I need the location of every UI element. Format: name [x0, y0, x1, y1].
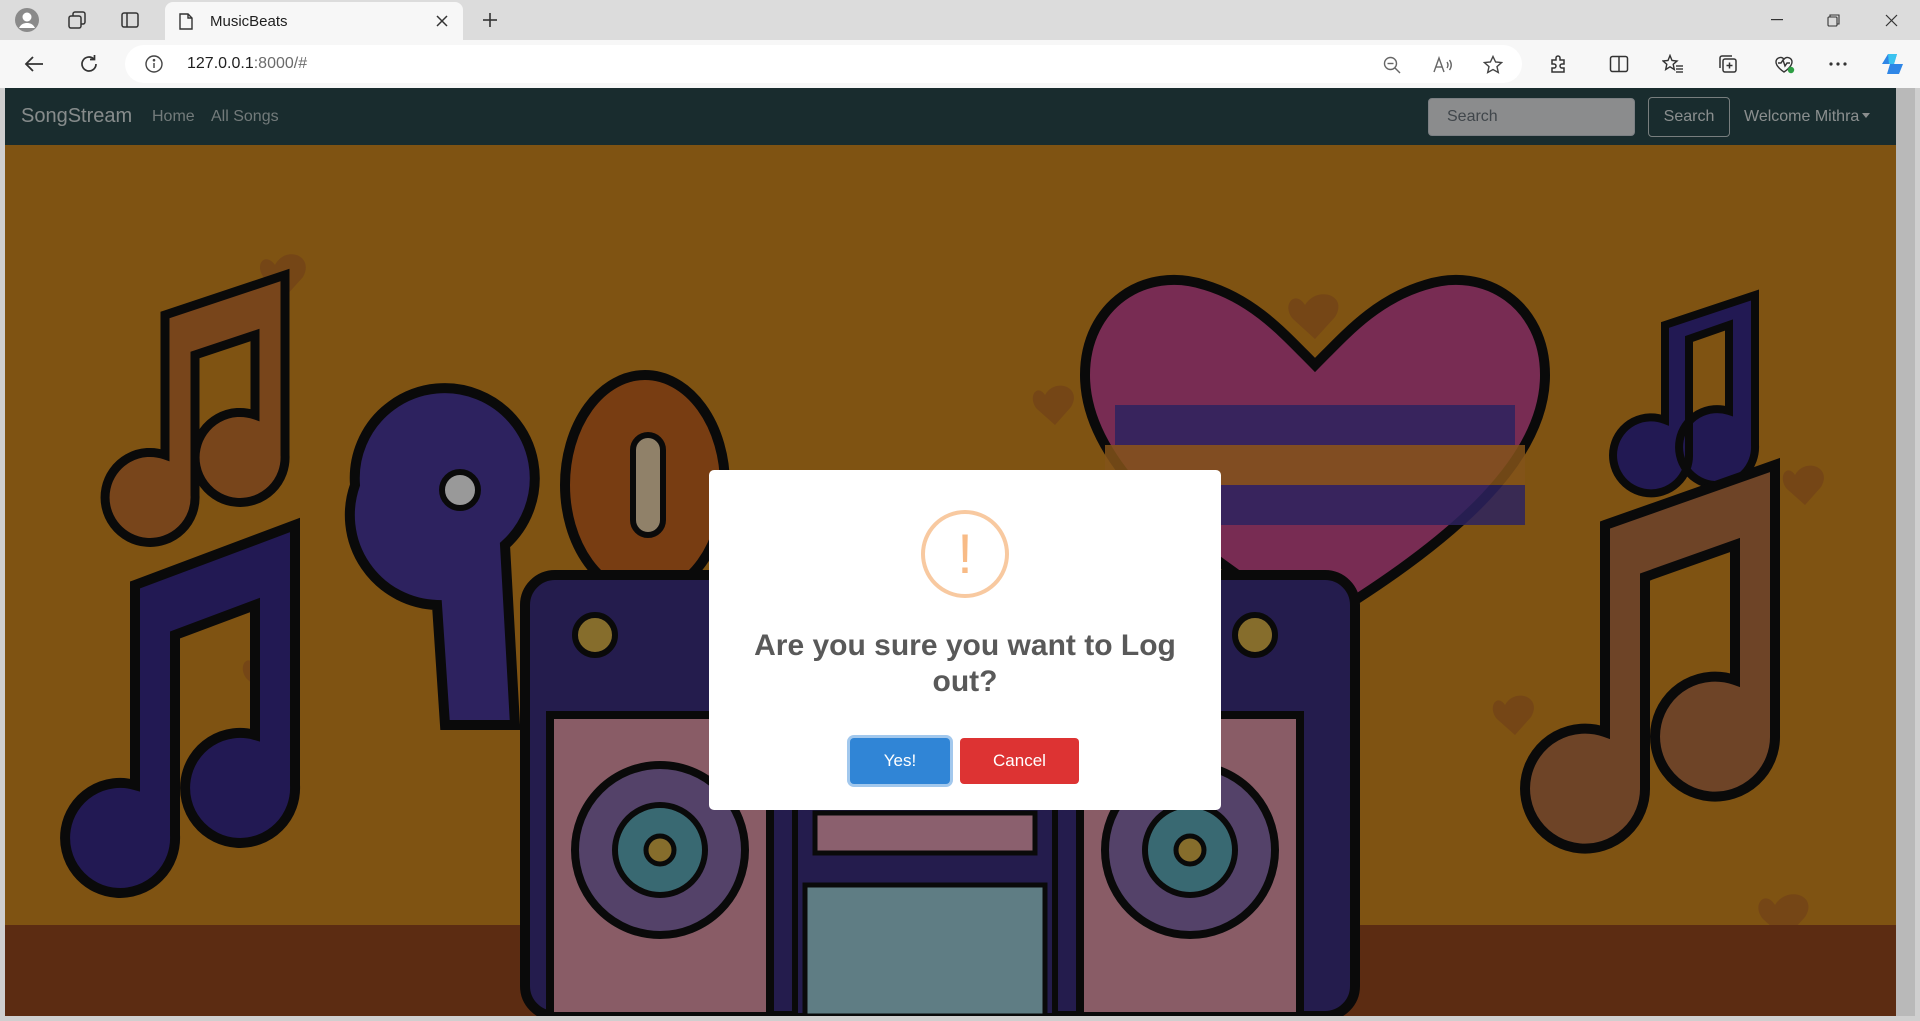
zoom-out-icon[interactable] [1380, 53, 1404, 77]
browser-tab-strip: MusicBeats [0, 0, 1920, 40]
browser-toolbar: 127.0.0.1:8000/# [0, 40, 1920, 88]
tab-actions-icon[interactable] [113, 4, 147, 36]
copilot-icon[interactable] [1877, 48, 1909, 80]
collections-icon[interactable] [1712, 48, 1744, 80]
profile-icon[interactable] [10, 4, 44, 36]
refresh-icon[interactable] [73, 48, 105, 80]
extensions-icon[interactable] [1543, 48, 1575, 80]
favorites-icon[interactable] [1657, 48, 1689, 80]
page-viewport: SongStream Home All Songs Search Welcome… [5, 88, 1896, 1016]
workspaces-icon[interactable] [60, 4, 94, 36]
read-aloud-icon[interactable] [1431, 53, 1455, 77]
url-text: 127.0.0.1:8000/# [187, 55, 307, 73]
address-bar[interactable]: 127.0.0.1:8000/# [125, 45, 1522, 83]
page-scrollbar[interactable] [1896, 88, 1915, 1016]
browser-tab[interactable]: MusicBeats [165, 2, 463, 40]
more-options-icon[interactable] [1822, 48, 1854, 80]
minimize-icon[interactable] [1748, 0, 1806, 40]
warning-icon: ! [921, 510, 1009, 598]
close-window-icon[interactable] [1862, 0, 1920, 40]
close-tab-icon[interactable] [431, 10, 453, 32]
logout-confirm-dialog: ! Are you sure you want to Log out? Yes!… [709, 470, 1221, 810]
cancel-button[interactable]: Cancel [960, 738, 1079, 784]
site-info-icon[interactable] [145, 55, 163, 78]
confirm-logout-button[interactable]: Yes! [850, 738, 950, 784]
tab-title: MusicBeats [210, 13, 288, 30]
back-icon[interactable] [18, 48, 50, 80]
page-icon [179, 13, 193, 35]
split-screen-icon[interactable] [1603, 48, 1635, 80]
browser-essentials-icon[interactable] [1768, 48, 1800, 80]
favorite-star-icon[interactable] [1481, 53, 1505, 77]
dialog-title: Are you sure you want to Log out? [754, 629, 1176, 698]
restore-icon[interactable] [1804, 0, 1862, 40]
new-tab-icon[interactable] [474, 4, 506, 36]
url-path: :8000/# [253, 55, 308, 72]
url-host: 127.0.0.1 [187, 55, 254, 72]
